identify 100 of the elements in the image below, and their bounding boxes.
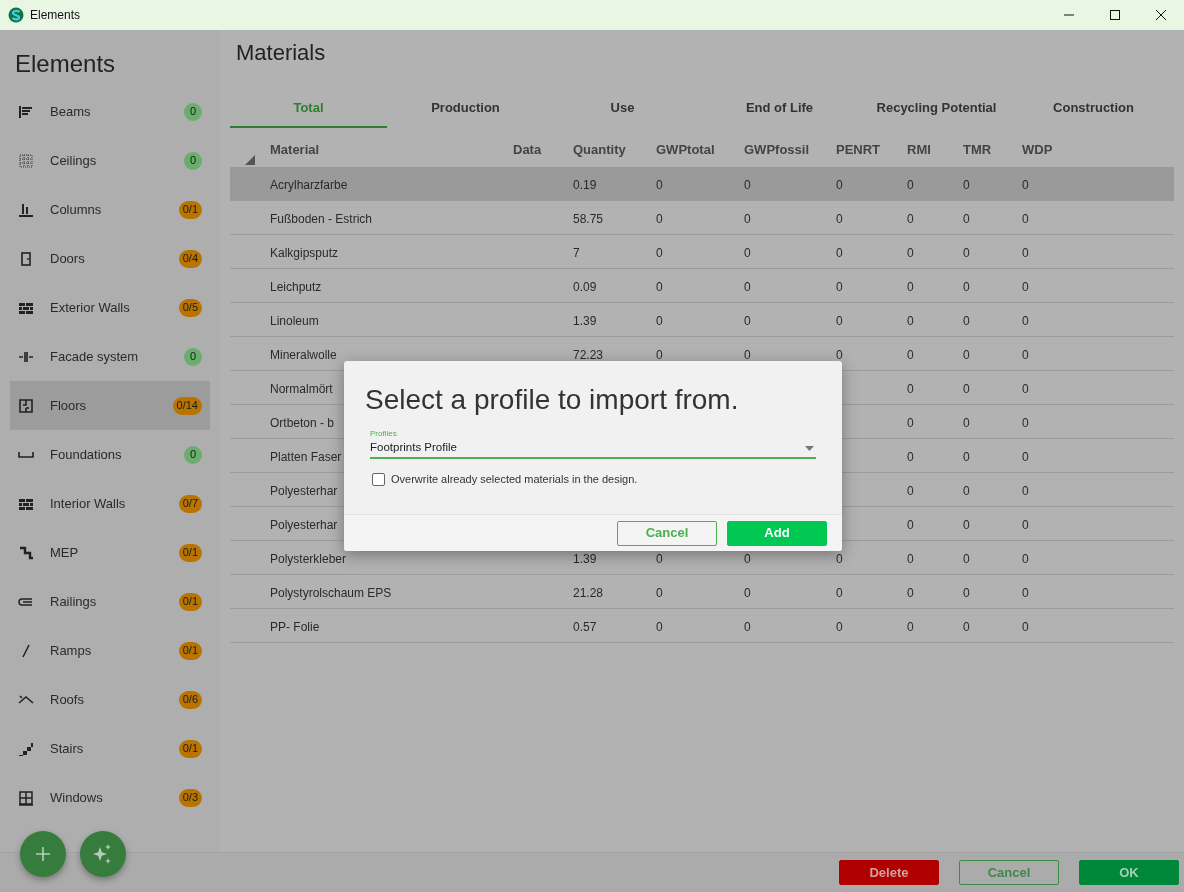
count-badge: 0/1 — [178, 543, 202, 562]
floor-plan-icon — [18, 397, 34, 414]
profile-dropdown[interactable]: Profiles Footprints Profile — [370, 429, 816, 459]
table-cell: 0 — [656, 551, 663, 566]
count-badge: 0/1 — [178, 739, 202, 758]
table-cell: 0 — [907, 483, 914, 498]
table-cell: 0 — [744, 279, 751, 294]
table-cell: 0 — [963, 551, 970, 566]
table-cell: 0 — [1022, 347, 1029, 362]
column-header[interactable]: Data — [513, 142, 542, 157]
table-row[interactable]: Leichputz 0.09 0 0 0 0 0 0 — [230, 269, 1174, 303]
column-header[interactable]: Quantity — [573, 142, 626, 157]
table-cell: 0 — [963, 347, 970, 362]
beam-icon — [18, 103, 34, 120]
table-cell: 0 — [963, 381, 970, 396]
table-cell: 0 — [1022, 279, 1029, 294]
tab[interactable]: End of Life — [701, 90, 858, 128]
table-cell: 0 — [907, 245, 914, 260]
column-header[interactable]: TMR — [963, 142, 992, 157]
table-cell: 0 — [1022, 211, 1029, 226]
table-cell: 0 — [836, 347, 843, 362]
table-cell: Polyesterhar — [270, 483, 338, 498]
table-cell: 0.19 — [573, 177, 597, 192]
table-cell: 0 — [963, 585, 970, 600]
count-badge: 0/7 — [178, 494, 202, 513]
table-cell: 0 — [656, 177, 663, 192]
table-cell: 0 — [1022, 483, 1029, 498]
table-cell: 0 — [656, 619, 663, 634]
table-cell: 0 — [656, 211, 663, 226]
table-cell: 0 — [963, 619, 970, 634]
table-cell: Leichputz — [270, 279, 322, 294]
column-header[interactable]: GWPfossil — [744, 142, 809, 157]
sidebar-title: Elements — [14, 49, 117, 79]
minimize-icon — [1064, 14, 1074, 16]
table-cell: 0 — [963, 415, 970, 430]
column-header[interactable]: Material — [270, 142, 320, 157]
table-cell: 0 — [963, 245, 970, 260]
table-cell: PP- Folie — [270, 619, 320, 634]
column-header[interactable]: WDP — [1022, 142, 1053, 157]
table-cell: 72.23 — [573, 347, 604, 362]
table-cell: 0.09 — [573, 279, 597, 294]
table-cell: 0 — [963, 279, 970, 294]
count-badge: 0 — [184, 445, 202, 464]
table-row[interactable]: Fußboden - Estrich 58.75 0 0 0 0 0 0 — [230, 201, 1174, 235]
page-title: Materials — [235, 39, 327, 67]
table-cell: Polysterkleber — [270, 551, 347, 566]
table-row[interactable]: Acrylharzfarbe 0.19 0 0 0 0 0 0 — [230, 167, 1174, 201]
tab[interactable]: Construction — [1015, 90, 1172, 128]
table-cell: 0 — [907, 619, 914, 634]
count-badge: 0/3 — [178, 788, 202, 807]
table-row[interactable]: Kalkgipsputz 7 0 0 0 0 0 0 — [230, 235, 1174, 269]
table-cell: Acrylharzfarbe — [270, 177, 348, 192]
grid-icon — [18, 152, 34, 169]
table-cell: 0 — [836, 245, 843, 260]
count-badge: 0 — [184, 102, 202, 121]
table-row[interactable]: Polystyrolschaum EPS 21.28 0 0 0 0 0 0 — [230, 575, 1174, 609]
table-cell: 7 — [573, 245, 580, 260]
tab[interactable]: Production — [387, 90, 544, 128]
count-badge: 0/6 — [178, 690, 202, 709]
column-header[interactable]: RMI — [907, 142, 931, 157]
table-cell: Platten Faser — [270, 449, 342, 464]
tab[interactable]: Recycling Potential — [858, 90, 1015, 128]
column-icon — [18, 201, 34, 218]
table-row[interactable]: PP- Folie 0.57 0 0 0 0 0 0 — [230, 609, 1174, 643]
table-cell: 0 — [744, 347, 751, 362]
table-cell: 1.39 — [573, 313, 597, 328]
table-cell: 0 — [907, 585, 914, 600]
table-cell: Ortbeton - b — [270, 415, 335, 430]
window-title: Elements — [30, 7, 81, 24]
table-cell: 0 — [836, 313, 843, 328]
dropdown-caret-icon — [805, 445, 814, 451]
table-cell: Linoleum — [270, 313, 319, 328]
count-badge: 0/1 — [178, 592, 202, 611]
checkbox[interactable] — [372, 472, 385, 486]
table-cell: 0 — [1022, 381, 1029, 396]
sort-corner-icon — [245, 155, 255, 165]
table-cell: 0 — [907, 551, 914, 566]
checkbox-label: Overwrite already selected materials in the design. — [391, 472, 638, 487]
table-cell: 0 — [836, 551, 843, 566]
table-cell: 0 — [656, 313, 663, 328]
delete-button[interactable]: Delete — [839, 860, 939, 885]
count-badge: 0/4 — [178, 249, 202, 268]
table-row[interactable]: Linoleum 1.39 0 0 0 0 0 0 — [230, 303, 1174, 337]
window-icon — [18, 789, 34, 806]
table-cell: Mineralwolle — [270, 347, 337, 362]
table-cell: 0 — [1022, 517, 1029, 532]
table-cell: 0 — [1022, 177, 1029, 192]
count-badge: 0/1 — [178, 641, 202, 660]
table-cell: 0 — [907, 313, 914, 328]
tab[interactable]: Use — [544, 90, 701, 128]
column-header[interactable]: GWPtotal — [656, 142, 715, 157]
table-cell: 0 — [963, 449, 970, 464]
sidebar-item[interactable]: Floors 0/14 — [10, 381, 210, 430]
table-cell: 0 — [1022, 449, 1029, 464]
column-header[interactable]: PENRT — [836, 142, 881, 157]
table-cell: 0 — [1022, 619, 1029, 634]
table-cell: 0 — [963, 517, 970, 532]
door-icon — [18, 250, 34, 267]
table-cell: 0 — [907, 177, 914, 192]
table-cell: 0 — [1022, 551, 1029, 566]
